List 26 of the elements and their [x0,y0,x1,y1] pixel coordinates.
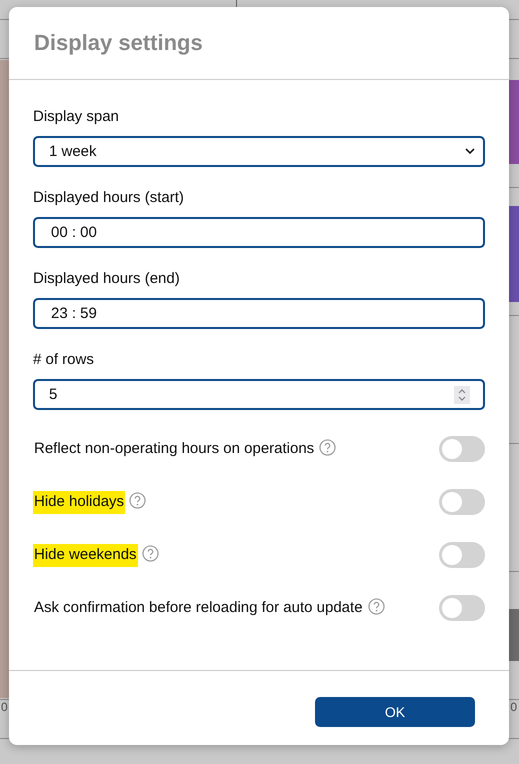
time-label: 0 [510,700,517,714]
select-field[interactable]: 1 week [33,136,485,167]
setting-label: Hide weekends [33,544,138,566]
number-field[interactable]: 5 [33,379,485,410]
help-icon[interactable] [142,544,159,562]
field-label: Displayed hours (start) [33,189,185,206]
toggle-switch[interactable] [439,542,485,568]
help-icon[interactable] [319,438,336,456]
toggle-switch[interactable] [439,436,485,462]
spinner-icon[interactable] [454,386,470,404]
toggle-switch[interactable] [439,595,485,621]
field-label: Display span [33,108,120,125]
setting-label: Reflect non-operating hours on operations [33,438,316,458]
dialog-title: Display settings [34,30,203,56]
setting-label: Ask confirmation before reloading for auto update [33,598,364,618]
field-label: Displayed hours (end) [33,270,181,287]
setting-label: Hide holidays [33,490,126,514]
chevron-down-icon [465,148,475,155]
help-icon[interactable] [129,492,146,508]
toggle-switch[interactable] [439,489,485,515]
help-icon[interactable] [368,598,385,614]
field-label: # of rows [33,351,95,368]
time-label: 0 [1,700,8,714]
ok-button[interactable]: OK [315,697,475,727]
time-field[interactable]: 00 : 00 [33,217,485,248]
time-field[interactable]: 23 : 59 [33,298,485,329]
